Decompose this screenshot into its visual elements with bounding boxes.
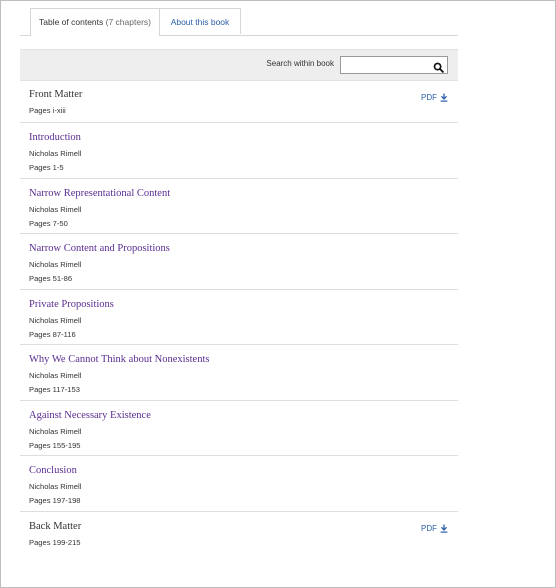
chapter-author: Nicholas Rimell xyxy=(29,260,82,269)
chapter-list: Front Matter Pages i-xiii PDF Introducti… xyxy=(20,81,458,554)
chapter-row: Introduction Nicholas Rimell Pages 1-5 xyxy=(20,123,458,179)
tab-toc-label: Table of contents xyxy=(39,17,104,27)
chapter-pages: Pages 51-86 xyxy=(29,274,73,283)
chapter-row: Why We Cannot Think about Nonexistents N… xyxy=(20,345,458,401)
front-matter-title: Front Matter xyxy=(29,89,83,100)
chapter-row: Narrow Representational Content Nicholas… xyxy=(20,179,458,234)
book-contents: Table of contents (7 chapters) About thi… xyxy=(20,0,458,547)
tab-table-of-contents[interactable]: Table of contents (7 chapters) xyxy=(30,8,160,36)
chapter-row: Against Necessary Existence Nicholas Rim… xyxy=(20,401,458,456)
pdf-label: PDF xyxy=(421,524,437,533)
chapter-row: Private Propositions Nicholas Rimell Pag… xyxy=(20,290,458,345)
front-matter-pages: Pages i-xiii xyxy=(29,106,66,115)
back-matter-pages: Pages 199-215 xyxy=(29,538,81,547)
tab-about-this-book[interactable]: About this book xyxy=(159,8,241,34)
chapter-title-link[interactable]: Against Necessary Existence xyxy=(29,410,151,421)
chapter-title-link[interactable]: Why We Cannot Think about Nonexistents xyxy=(29,354,209,365)
chapter-pages: Pages 197-198 xyxy=(29,496,81,505)
chapter-title-link[interactable]: Conclusion xyxy=(29,465,77,476)
download-icon xyxy=(440,93,448,102)
tab-toc-count: (7 chapters) xyxy=(105,17,151,27)
chapter-title-link[interactable]: Narrow Representational Content xyxy=(29,188,170,199)
chapter-author: Nicholas Rimell xyxy=(29,316,82,325)
chapter-pages: Pages 155-195 xyxy=(29,441,81,450)
chapter-author: Nicholas Rimell xyxy=(29,371,82,380)
chapter-author: Nicholas Rimell xyxy=(29,149,82,158)
chapter-row: Conclusion Nicholas Rimell Pages 197-198 xyxy=(20,456,458,512)
search-input[interactable] xyxy=(343,58,427,72)
chapter-title-link[interactable]: Private Propositions xyxy=(29,299,114,310)
download-icon xyxy=(440,524,448,533)
back-matter-pdf-link[interactable]: PDF xyxy=(421,524,448,533)
chapter-title-link[interactable]: Introduction xyxy=(29,132,81,143)
pdf-label: PDF xyxy=(421,93,437,102)
front-matter-pdf-link[interactable]: PDF xyxy=(421,93,448,102)
tab-bar: Table of contents (7 chapters) About thi… xyxy=(20,0,458,36)
front-matter-row: Front Matter Pages i-xiii PDF xyxy=(20,81,458,123)
search-box xyxy=(340,56,448,74)
search-label: Search within book xyxy=(266,59,334,68)
back-matter-title: Back Matter xyxy=(29,521,82,532)
back-matter-row: Back Matter Pages 199-215 PDF xyxy=(20,512,458,554)
chapter-pages: Pages 7-50 xyxy=(29,219,68,228)
chapter-title-link[interactable]: Narrow Content and Propositions xyxy=(29,243,170,254)
tab-about-label: About this book xyxy=(170,17,230,27)
chapter-author: Nicholas Rimell xyxy=(29,205,82,214)
search-icon[interactable] xyxy=(433,60,444,73)
chapter-pages: Pages 117-153 xyxy=(29,385,80,394)
search-bar: Search within book xyxy=(20,49,458,81)
chapter-author: Nicholas Rimell xyxy=(29,427,82,436)
chapter-pages: Pages 1-5 xyxy=(29,163,64,172)
chapter-pages: Pages 87-116 xyxy=(29,330,76,339)
chapter-row: Narrow Content and Propositions Nicholas… xyxy=(20,234,458,290)
chapter-author: Nicholas Rimell xyxy=(29,482,82,491)
